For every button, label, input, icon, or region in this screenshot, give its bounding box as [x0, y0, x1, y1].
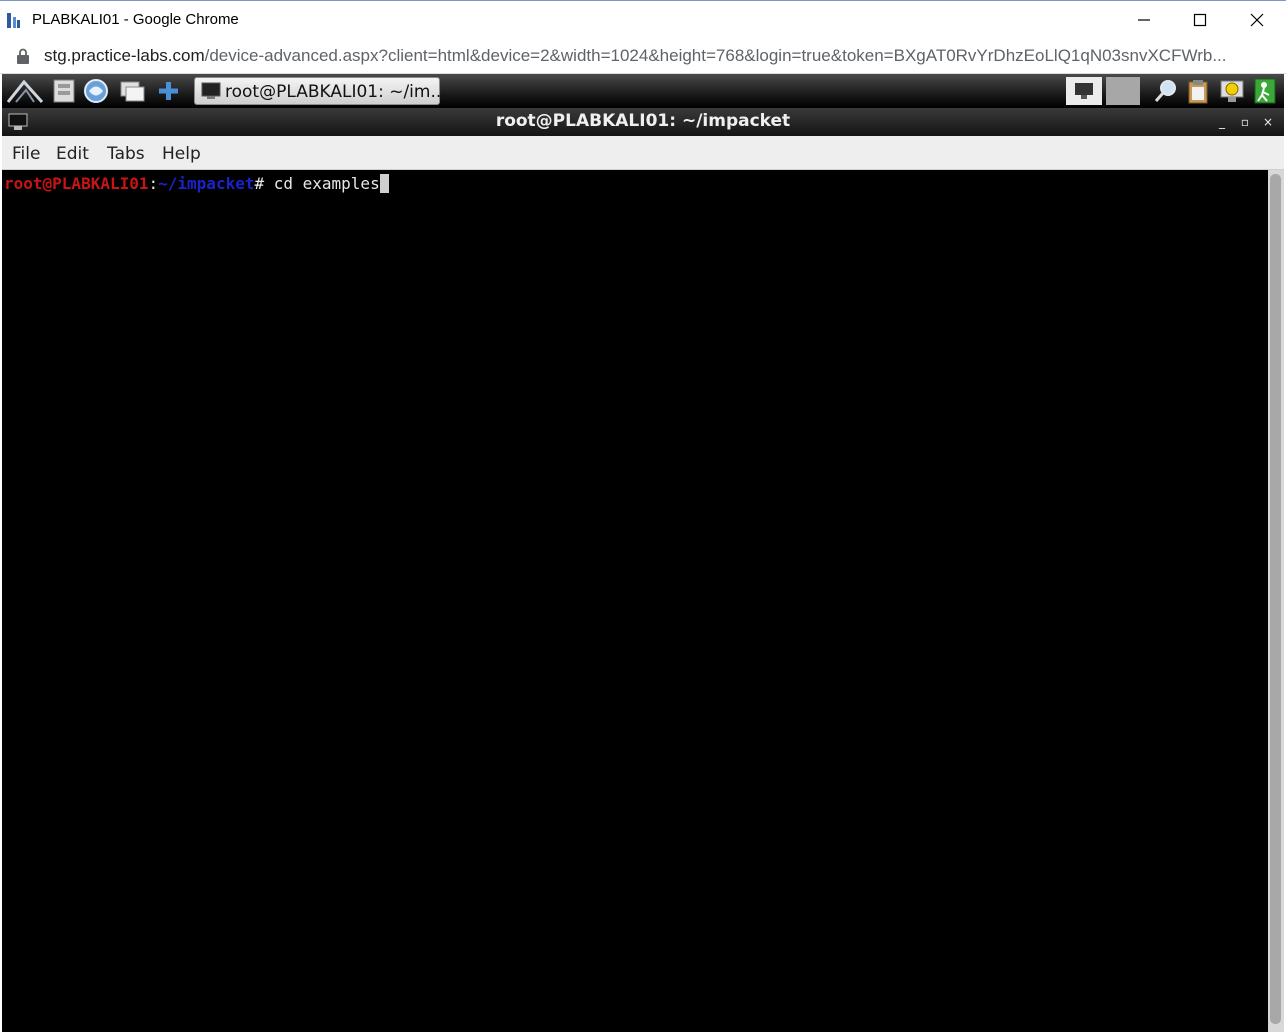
terminal-icon [201, 82, 221, 99]
taskbar-button-label: root@PLABKALI01: ~/im... [225, 82, 447, 102]
terminal-titlebar[interactable]: root@PLABKALI01: ~/impacket _ ▫ × [2, 108, 1284, 136]
show-desktop-icon[interactable] [118, 78, 146, 104]
menu-edit[interactable]: Edit [56, 144, 89, 164]
clipboard-icon[interactable] [1184, 78, 1212, 104]
terminal-window-title: root@PLABKALI01: ~/impacket [495, 111, 791, 131]
close-button[interactable] [1229, 1, 1285, 39]
url-text[interactable]: stg.practice-labs.com/device-advanced.as… [44, 46, 1270, 66]
search-icon[interactable] [1152, 78, 1180, 104]
terminal-output[interactable]: root@PLABKALI01:~/impacket# cd examples [2, 170, 1268, 1032]
menu-file[interactable]: File [12, 144, 40, 164]
prompt-path: ~/impacket [158, 174, 255, 193]
add-icon[interactable] [154, 78, 182, 104]
terminal-close-button[interactable]: × [1258, 112, 1278, 132]
kali-menu-icon[interactable] [6, 78, 44, 104]
terminal-minimize-button[interactable]: _ [1212, 112, 1232, 132]
taskbar-terminal-button[interactable]: root@PLABKALI01: ~/im... [194, 77, 447, 105]
desktop-switcher-1[interactable] [1066, 77, 1102, 105]
browser-titlebar: PLABKALI01 - Google Chrome [0, 0, 1286, 38]
remote-desktop[interactable]: root@PLABKALI01: ~/im... root@PLABKALI01… [2, 74, 1284, 1032]
window-title: PLABKALI01 - Google Chrome [32, 11, 239, 28]
terminal-maximize-button[interactable]: ▫ [1235, 112, 1255, 132]
menu-help[interactable]: Help [162, 144, 201, 164]
prompt-symbol: # [254, 174, 274, 193]
menu-tabs[interactable]: Tabs [107, 144, 145, 164]
close-icon [1250, 13, 1264, 27]
desktop-panel: root@PLABKALI01: ~/im... [2, 74, 1284, 108]
prompt-user: root@PLABKALI01 [4, 174, 149, 193]
terminal-menubar: File Edit Tabs Help [2, 136, 1284, 170]
address-bar[interactable]: stg.practice-labs.com/device-advanced.as… [0, 38, 1286, 74]
logout-icon[interactable] [1250, 78, 1278, 104]
scrollbar-thumb[interactable] [1270, 174, 1281, 1024]
notification-icon[interactable] [1218, 78, 1246, 104]
minimize-icon [1138, 19, 1150, 21]
text-cursor [379, 174, 389, 193]
terminal-scrollbar[interactable] [1268, 170, 1284, 1032]
file-manager-icon[interactable] [50, 78, 78, 104]
url-path: /device-advanced.aspx?client=html&device… [204, 46, 1227, 65]
web-browser-icon[interactable] [82, 78, 110, 104]
practice-labs-icon [7, 13, 20, 28]
monitor-icon [1075, 83, 1093, 99]
prompt-separator: : [148, 174, 159, 193]
typed-command: cd examples [273, 174, 380, 193]
maximize-button[interactable] [1172, 1, 1228, 39]
url-host: stg.practice-labs.com [44, 46, 205, 65]
minimize-button[interactable] [1116, 1, 1172, 39]
desktop-switcher-2[interactable] [1106, 77, 1140, 105]
command-line[interactable]: root@PLABKALI01:~/impacket# cd examples [4, 174, 389, 193]
maximize-icon [1193, 13, 1207, 27]
lock-icon[interactable] [16, 48, 30, 64]
